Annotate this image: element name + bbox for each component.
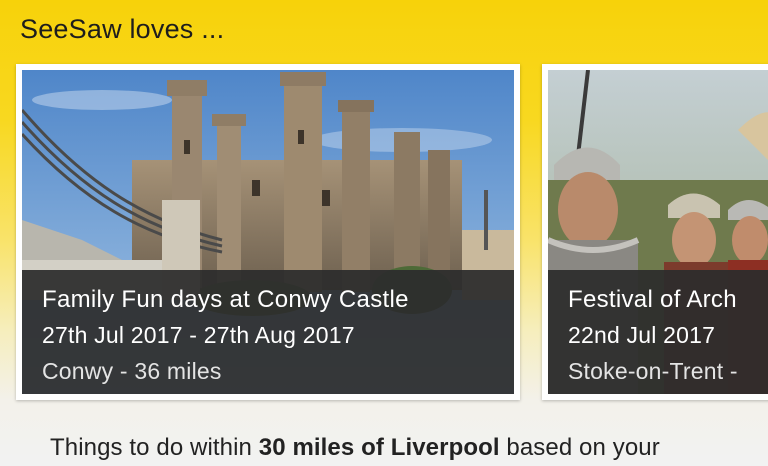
card-location: Conwy - 36 miles <box>42 358 222 384</box>
card-caption: Festival of Arch 22nd Jul 2017 Stoke-on-… <box>548 270 768 394</box>
card-location: Stoke-on-Trent - <box>568 358 738 384</box>
intro-location-highlight: 30 miles of Liverpool <box>258 434 500 461</box>
intro-prefix: Things to do within <box>50 434 259 461</box>
event-card-conwy-castle[interactable]: Family Fun days at Conwy Castle 27th Jul… <box>16 64 520 400</box>
intro-suffix: based on your <box>499 434 660 461</box>
event-card-festival[interactable]: Festival of Arch 22nd Jul 2017 Stoke-on-… <box>542 64 768 400</box>
section-title: SeeSaw loves ... <box>20 14 225 44</box>
card-title: Family Fun days at Conwy Castle <box>42 286 409 313</box>
featured-carousel[interactable]: Family Fun days at Conwy Castle 27th Jul… <box>0 64 768 404</box>
card-dates: 22nd Jul 2017 <box>568 322 716 348</box>
card-dates: 27th Jul 2017 - 27th Aug 2017 <box>42 322 355 348</box>
card-caption: Family Fun days at Conwy Castle 27th Jul… <box>22 270 514 394</box>
card-title: Festival of Arch <box>568 286 737 313</box>
intro-text: Things to do within 30 miles of Liverpoo… <box>50 434 660 462</box>
